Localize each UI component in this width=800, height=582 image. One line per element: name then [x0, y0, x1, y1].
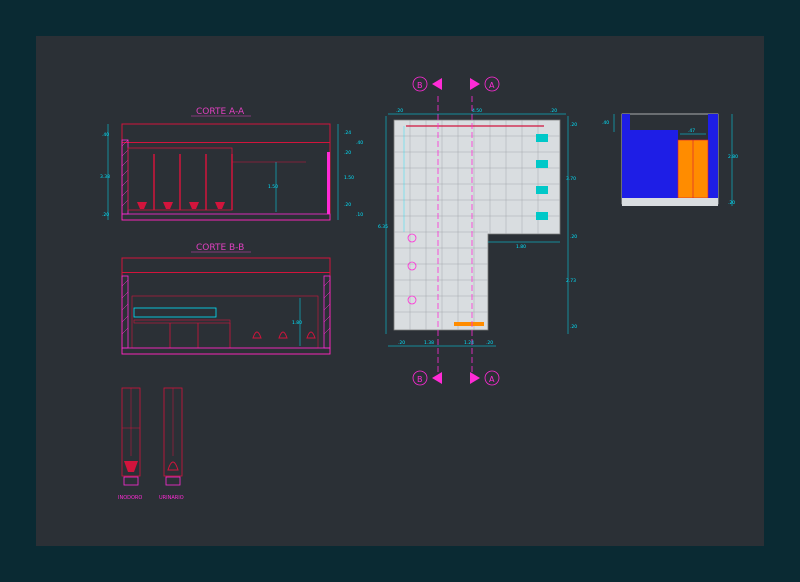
svg-text:.20: .20 — [570, 234, 577, 240]
cad-window: CORTE A-A .40 3.38 .20 .24 .40 .20 1.50 … — [0, 0, 800, 582]
svg-text:.40: .40 — [602, 120, 609, 126]
svg-text:2.80: 2.80 — [728, 154, 738, 160]
svg-text:B: B — [417, 81, 423, 90]
svg-text:3.38: 3.38 — [100, 174, 110, 180]
svg-text:1.38: 1.38 — [424, 340, 434, 346]
svg-text:1.80: 1.80 — [292, 320, 302, 326]
elevation-detail: .47 .40 2.80 .20 — [602, 113, 738, 206]
svg-text:.40: .40 — [102, 132, 109, 138]
corte-bb-title: CORTE B-B — [196, 243, 244, 253]
svg-text:.20: .20 — [570, 122, 577, 128]
svg-text:A: A — [489, 81, 495, 90]
svg-text:.40: .40 — [356, 140, 363, 146]
svg-text:1.80: 1.80 — [516, 244, 526, 250]
svg-text:4.50: 4.50 — [472, 108, 482, 114]
svg-text:A: A — [489, 375, 495, 384]
corte-aa-title: CORTE A-A — [196, 107, 245, 117]
svg-text:1.24: 1.24 — [464, 340, 474, 346]
svg-text:.20: .20 — [344, 150, 351, 156]
svg-text:.20: .20 — [396, 108, 403, 114]
urinario-label: URINARIO — [159, 495, 184, 501]
svg-text:.20: .20 — [550, 108, 557, 114]
svg-text:1.50: 1.50 — [268, 184, 278, 190]
svg-text:3.70: 3.70 — [566, 176, 576, 182]
svg-text:.20: .20 — [728, 200, 735, 206]
svg-text:B: B — [417, 375, 423, 384]
svg-text:.20: .20 — [344, 202, 351, 208]
corte-aa-section: CORTE A-A .40 3.38 .20 .24 .40 .20 1.50 … — [100, 107, 363, 221]
drawing-canvas[interactable]: CORTE A-A .40 3.38 .20 .24 .40 .20 1.50 … — [36, 36, 764, 546]
svg-text:1.50: 1.50 — [344, 175, 354, 181]
svg-text:6.35: 6.35 — [378, 224, 388, 230]
svg-text:.20: .20 — [102, 212, 109, 218]
plan-view: B A B A .20 4.50 .20 6.35 .20 3.70 .20 2… — [378, 76, 577, 386]
inodoro-label: INODORO — [118, 495, 142, 501]
svg-text:.20: .20 — [486, 340, 493, 346]
svg-text:.20: .20 — [398, 340, 405, 346]
svg-text:.10: .10 — [356, 212, 363, 218]
svg-text:2.73: 2.73 — [566, 278, 576, 284]
svg-text:.20: .20 — [570, 324, 577, 330]
svg-text:.47: .47 — [688, 128, 695, 134]
svg-text:.24: .24 — [344, 130, 351, 136]
fixture-details: INODORO URINARIO — [118, 387, 184, 501]
corte-bb-section: CORTE B-B 1.80 — [121, 243, 331, 355]
cad-drawing: CORTE A-A .40 3.38 .20 .24 .40 .20 1.50 … — [100, 76, 738, 501]
